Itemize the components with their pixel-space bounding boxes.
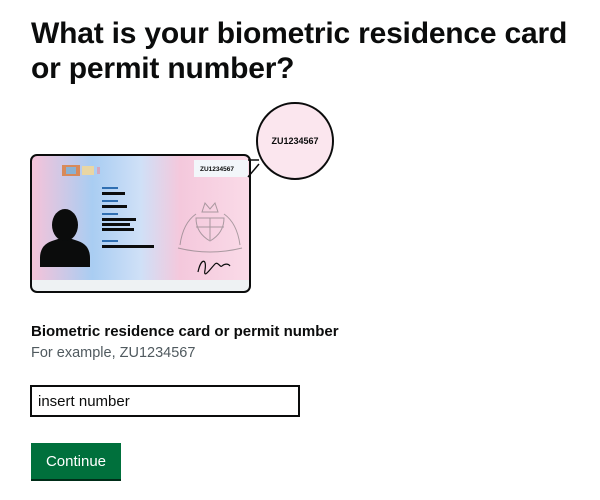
card-number-text: ZU1234567 — [200, 166, 234, 173]
residence-card-illustration: ZU1234567 ZU1234567 — [30, 102, 334, 293]
zoom-magnifier-circle: ZU1234567 — [256, 102, 334, 180]
zoom-number-text: ZU1234567 — [271, 136, 318, 146]
continue-button[interactable]: Continue — [31, 443, 121, 479]
card-flag-icon — [62, 165, 80, 176]
residence-card: ZU1234567 — [30, 154, 251, 293]
card-chip-icon — [82, 166, 100, 175]
field-label: Biometric residence card or permit numbe… — [31, 323, 339, 340]
permit-number-input[interactable] — [30, 385, 300, 417]
field-hint: For example, ZU1234567 — [31, 345, 196, 361]
page-title: What is your biometric residence card or… — [31, 17, 568, 85]
